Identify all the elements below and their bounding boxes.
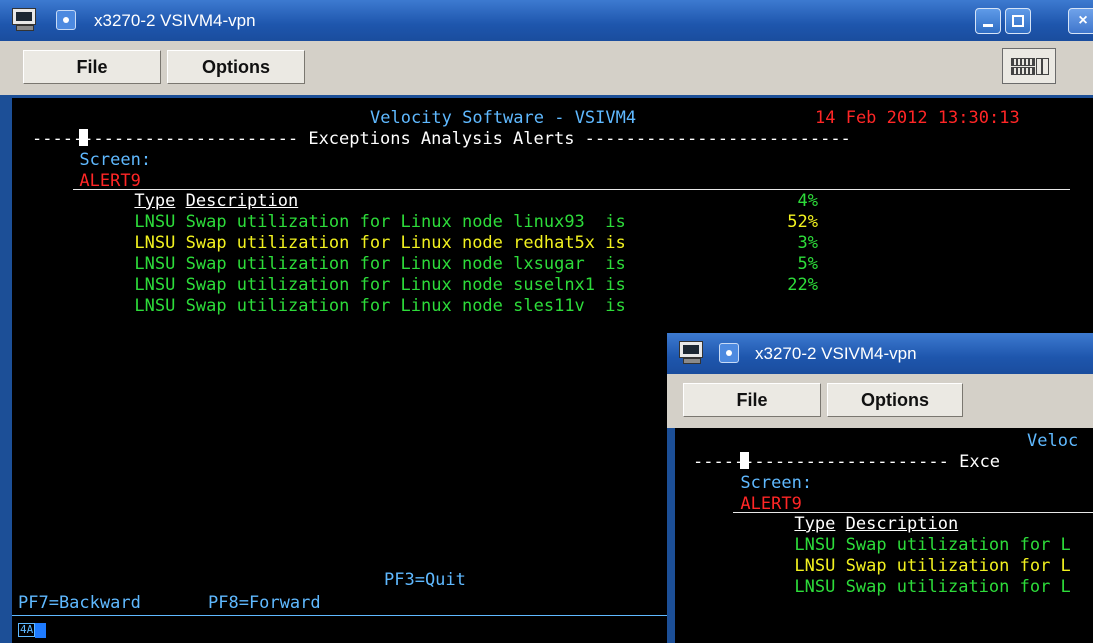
close-button[interactable]: ×	[1068, 8, 1093, 34]
window-pin-icon[interactable]	[56, 10, 76, 30]
keypad-button[interactable]	[1002, 48, 1056, 84]
oia-cursor	[35, 622, 47, 638]
main-menu-bar: File Options	[0, 41, 1093, 95]
options-menu-button[interactable]: Options	[167, 50, 305, 84]
pf3-quit-key[interactable]: PF3=Quit	[384, 570, 466, 591]
section-title: -------------------------- Exceptions An…	[32, 129, 851, 149]
second-window-title: x3270-2 VSIVM4-vpn	[755, 344, 917, 363]
second-header-rule	[733, 512, 1093, 513]
screen-label: Screen:	[79, 150, 152, 170]
terminal-monitor-icon	[679, 341, 705, 364]
window-pin-icon[interactable]	[719, 343, 739, 363]
pf7-backward-key[interactable]: PF7=Backward	[18, 593, 141, 614]
second-terminal-window[interactable]: x3270-2 VSIVM4-vpn File Options Screen: …	[667, 333, 1093, 643]
second-title-bar[interactable]: x3270-2 VSIVM4-vpn	[667, 333, 1093, 374]
second-menu-bar: File Options	[667, 374, 1093, 428]
oia-status: 4A	[18, 620, 47, 641]
second-vendor-fragment: Veloc	[1027, 431, 1079, 451]
second-screen-label: Screen:	[740, 473, 813, 493]
second-table-row: LNSU Swap utilization for L	[794, 577, 1071, 597]
pf8-forward-key[interactable]: PF8=Forward	[208, 593, 321, 614]
keypad-icon	[1011, 58, 1035, 66]
table-row-value: 5%	[797, 254, 818, 274]
table-row-value: 3%	[797, 233, 818, 253]
minimize-button[interactable]	[975, 8, 1001, 34]
main-title-bar[interactable]: x3270-2 VSIVM4-vpn ×	[0, 0, 1093, 41]
second-terminal-screen[interactable]: Screen: ALERT9 Veloc -------------------…	[675, 428, 1093, 643]
screen-datetime: 14 Feb 2012 13:30:13	[815, 108, 1020, 128]
header-rule	[73, 189, 1070, 190]
maximize-button[interactable]	[1005, 8, 1031, 34]
vendor-title: Velocity Software - VSIVM4	[370, 108, 637, 128]
second-file-menu-button[interactable]: File	[683, 383, 821, 417]
window-title: x3270-2 VSIVM4-vpn	[94, 11, 256, 30]
table-row-value: 4%	[797, 191, 818, 211]
table-row: LNSU Swap utilization for Linux node sle…	[134, 296, 626, 316]
table-row-value: 22%	[787, 275, 818, 295]
terminal-monitor-icon	[12, 8, 38, 31]
second-options-menu-button[interactable]: Options	[827, 383, 963, 417]
file-menu-button[interactable]: File	[23, 50, 161, 84]
second-section-fragment: ------------------------- Exce	[693, 452, 1001, 472]
table-row-value: 52%	[787, 212, 818, 232]
oia-indicator: 4A	[18, 623, 36, 637]
